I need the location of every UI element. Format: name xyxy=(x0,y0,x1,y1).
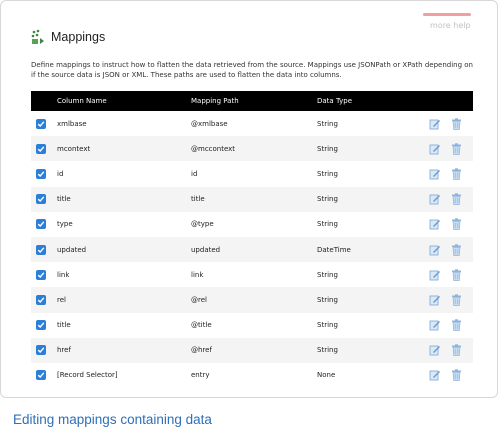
row-checkbox[interactable] xyxy=(36,143,46,154)
trash-icon[interactable] xyxy=(451,168,462,180)
edit-icon[interactable] xyxy=(429,193,441,205)
edit-icon[interactable] xyxy=(429,369,441,381)
column-name-cell: rel xyxy=(57,295,66,304)
mapping-path-cell: title xyxy=(191,195,205,204)
mapping-path-cell: id xyxy=(191,169,198,178)
row-checkbox[interactable] xyxy=(36,244,46,255)
column-name-cell: title xyxy=(57,321,71,330)
column-name-cell: id xyxy=(57,169,64,178)
table-header: Column Name Mapping Path Data Type xyxy=(31,91,473,111)
trash-icon[interactable] xyxy=(451,319,462,331)
trash-icon[interactable] xyxy=(451,218,462,231)
more-help-underline xyxy=(423,13,471,16)
row-checkbox[interactable] xyxy=(36,320,46,331)
column-name-cell: mcontext xyxy=(57,144,91,153)
panel-description: Define mappings to instruct how to flatt… xyxy=(31,61,473,79)
trash-icon[interactable] xyxy=(451,117,462,130)
trash-icon[interactable] xyxy=(451,193,462,206)
table-row: id id String xyxy=(31,161,473,186)
mapping-path-cell: @mccontext xyxy=(191,144,236,153)
trash-icon[interactable] xyxy=(451,294,462,306)
mapping-path-cell: @title xyxy=(191,321,212,330)
table-row: link link String xyxy=(31,262,473,287)
table-row: mcontext @mccontext String xyxy=(31,136,473,162)
row-checkbox[interactable] xyxy=(36,168,46,179)
trash-icon[interactable] xyxy=(451,243,462,256)
row-checkbox[interactable] xyxy=(36,370,46,381)
trash-icon[interactable] xyxy=(451,269,462,281)
data-type-cell: DateTime xyxy=(317,245,351,254)
mapping-path-cell: @href xyxy=(191,346,212,355)
trash-icon[interactable] xyxy=(451,344,462,357)
row-checkbox[interactable] xyxy=(36,294,46,305)
figure-caption: Editing mappings containing data xyxy=(13,412,212,427)
data-type-cell: String xyxy=(317,220,338,229)
mapping-path-cell: @rel xyxy=(191,295,207,304)
table-row: [Record Selector] entry None xyxy=(31,363,473,388)
data-type-header: Data Type xyxy=(317,97,353,105)
data-type-cell: String xyxy=(317,169,338,178)
panel-title: Mappings xyxy=(51,30,106,44)
row-checkbox[interactable] xyxy=(36,219,46,230)
data-type-cell: String xyxy=(317,195,338,204)
column-name-cell: updated xyxy=(57,245,87,254)
column-name-cell: [Record Selector] xyxy=(57,371,118,380)
table-row: xmlbase @xmlbase String xyxy=(31,111,473,136)
edit-icon[interactable] xyxy=(429,218,441,230)
column-name-cell: link xyxy=(57,270,70,279)
row-checkbox[interactable] xyxy=(36,118,46,129)
data-type-cell: String xyxy=(317,346,338,355)
column-name-cell: href xyxy=(57,346,71,355)
mapping-path-cell: entry xyxy=(191,371,210,380)
table-row: rel @rel String xyxy=(31,287,473,313)
row-checkbox[interactable] xyxy=(36,269,46,280)
edit-icon[interactable] xyxy=(429,168,441,180)
mappings-panel: more help Mappings Define mappings to in… xyxy=(0,0,498,398)
trash-icon[interactable] xyxy=(451,369,462,382)
edit-icon[interactable] xyxy=(429,344,441,356)
column-name-cell: type xyxy=(57,220,73,229)
edit-icon[interactable] xyxy=(429,319,441,331)
row-checkbox[interactable] xyxy=(36,345,46,356)
column-name-header: Column Name xyxy=(57,97,107,105)
table-row: updated updated DateTime xyxy=(31,236,473,263)
edit-icon[interactable] xyxy=(429,244,441,256)
column-name-cell: title xyxy=(57,195,71,204)
mappings-table: Column Name Mapping Path Data Type xmlba… xyxy=(31,91,473,388)
table-row: href @href String xyxy=(31,337,473,363)
mapping-path-cell: link xyxy=(191,270,204,279)
more-help-link[interactable]: more help xyxy=(430,21,471,30)
table-row: type @type String xyxy=(31,212,473,237)
edit-icon[interactable] xyxy=(429,269,441,281)
mapping-path-header: Mapping Path xyxy=(191,97,239,105)
mappings-icon xyxy=(31,29,47,45)
edit-icon[interactable] xyxy=(429,143,441,155)
edit-icon[interactable] xyxy=(429,294,441,306)
table-body: xmlbase @xmlbase String mcontext @mccont… xyxy=(31,111,473,388)
column-name-cell: xmlbase xyxy=(57,119,87,128)
mapping-path-cell: @xmlbase xyxy=(191,119,228,128)
panel-header: Mappings xyxy=(31,29,105,45)
trash-icon[interactable] xyxy=(451,143,462,155)
data-type-cell: String xyxy=(317,144,338,153)
mapping-path-cell: @type xyxy=(191,220,214,229)
data-type-cell: None xyxy=(317,371,336,380)
data-type-cell: String xyxy=(317,321,338,330)
row-checkbox[interactable] xyxy=(36,194,46,205)
mapping-path-cell: updated xyxy=(191,245,221,254)
data-type-cell: String xyxy=(317,119,338,128)
edit-icon[interactable] xyxy=(429,118,441,130)
table-row: title @title String xyxy=(31,313,473,338)
data-type-cell: String xyxy=(317,270,338,279)
table-row: title title String xyxy=(31,186,473,212)
data-type-cell: String xyxy=(317,295,338,304)
